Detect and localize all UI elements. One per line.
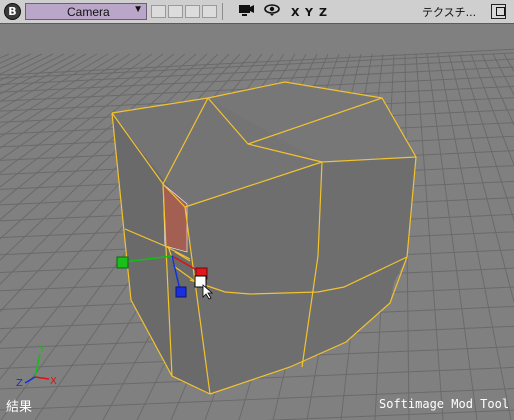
gizmo-y-handle[interactable] [116, 256, 129, 269]
chevron-down-icon: ▼ [133, 4, 143, 15]
axis-z-toggle[interactable]: Z [319, 6, 327, 19]
display-mode-menu[interactable]: テクスチ... [422, 4, 476, 20]
grid-line [448, 53, 514, 304]
grid-line [492, 53, 514, 96]
grid-line [503, 53, 514, 73]
3d-viewport[interactable]: Y X Z 結果 Softimage Mod Tool [0, 24, 514, 420]
memo-cam-slot-1[interactable] [151, 5, 166, 18]
axis-label-y: Y [38, 344, 46, 355]
axis-y-toggle[interactable]: Y [305, 6, 313, 19]
grid-line [437, 53, 512, 420]
camera-dropdown[interactable]: Camera ▼ [25, 3, 147, 20]
axis-x-toggle[interactable]: X [291, 6, 299, 19]
status-label: 結果 [6, 400, 33, 415]
memo-cam-slot-3[interactable] [185, 5, 200, 18]
maximize-icon[interactable] [491, 4, 506, 19]
watermark-label: Softimage Mod Tool [379, 397, 510, 411]
grid-line [459, 53, 514, 222]
eye-icon[interactable] [264, 3, 280, 22]
axis-label-x: X [50, 376, 57, 387]
grid-line [426, 53, 478, 420]
camera-label: Camera [67, 5, 110, 19]
viewport-window: B Camera ▼ X Y Z テクスチ... Y X Z 結果 Softim… [0, 0, 514, 420]
view-menu-button[interactable]: B [4, 3, 21, 20]
memo-cam-slot-2[interactable] [168, 5, 183, 18]
camera-icon[interactable] [238, 3, 255, 22]
memo-cam-slot-4[interactable] [202, 5, 217, 18]
axis-label-z: Z [16, 378, 23, 389]
gizmo-z-handle[interactable] [175, 286, 187, 298]
toolbar-divider [222, 3, 223, 20]
scene-canvas: Y X Z [0, 48, 514, 420]
viewport-toolbar: B Camera ▼ X Y Z テクスチ... [0, 0, 514, 24]
grid-line [481, 53, 514, 127]
grid-line [415, 53, 444, 420]
